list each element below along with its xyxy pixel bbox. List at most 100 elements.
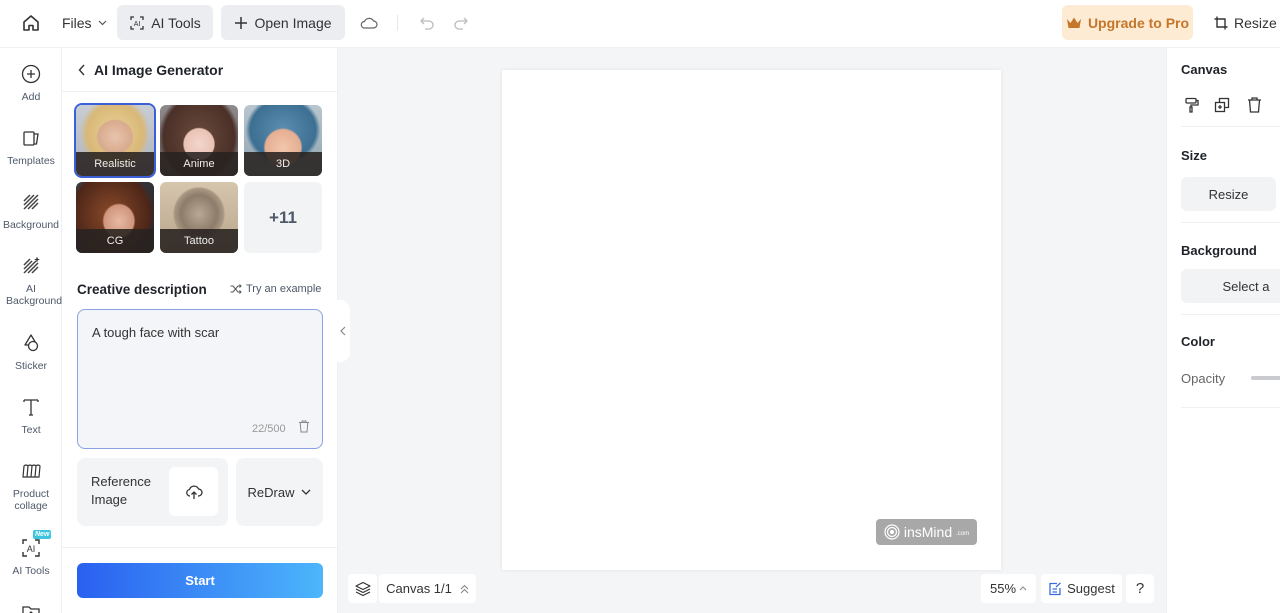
ai-background-icon (19, 254, 43, 278)
templates-icon (19, 126, 43, 150)
rail-item-add[interactable]: Add (0, 62, 62, 103)
canvas-pages-button[interactable]: Canvas 1/1 (379, 574, 476, 603)
resize-button[interactable]: Resize (1214, 12, 1277, 34)
files-menu-button[interactable]: Files (62, 12, 107, 34)
plus-circle-icon (19, 62, 43, 86)
rail-label: Text (21, 424, 41, 436)
style-label: Realistic (76, 152, 154, 176)
panel-title: AI Image Generator (94, 61, 224, 78)
watermark-suffix: .com (956, 531, 970, 537)
rail-item-background[interactable]: Background (0, 190, 62, 231)
chevron-down-icon (302, 489, 311, 495)
left-tool-rail: Add Templates Background AI Background S… (0, 48, 62, 613)
rail-item-text[interactable]: Text (0, 395, 62, 436)
resize-label: Resize (1234, 15, 1277, 31)
redo-icon (454, 17, 468, 30)
color-section-title: Color (1181, 334, 1215, 349)
upload-reference-button[interactable] (169, 467, 218, 516)
suggest-button[interactable]: Suggest (1041, 574, 1122, 603)
rail-item-templates[interactable]: Templates (0, 126, 62, 167)
home-icon (23, 15, 39, 31)
open-image-button[interactable]: Open Image (221, 5, 345, 40)
clear-description-button[interactable] (298, 420, 312, 434)
artboard[interactable]: insMind .com (502, 70, 1001, 570)
description-text[interactable]: A tough face with scar (92, 325, 219, 340)
home-button[interactable] (18, 10, 44, 36)
paint-roller-icon (1185, 97, 1199, 113)
ai-tools-label: AI Tools (151, 14, 201, 31)
rail-item-upload[interactable] (0, 600, 62, 613)
layers-icon (354, 581, 371, 596)
style-card-tattoo[interactable]: Tattoo (160, 182, 238, 253)
duplicate-icon (1214, 97, 1230, 113)
section-divider (1181, 314, 1280, 315)
ai-tools-icon: AI New (19, 530, 52, 560)
rail-item-ai-tools[interactable]: AI New AI Tools (0, 530, 62, 577)
opacity-slider[interactable] (1251, 376, 1280, 380)
trash-icon (1247, 97, 1261, 113)
section-divider (1181, 407, 1280, 408)
ai-tools-icon: AI (130, 15, 144, 30)
undo-button[interactable] (416, 12, 438, 34)
opacity-fill (1251, 376, 1280, 380)
upgrade-to-pro-button[interactable]: Upgrade to Pro (1062, 5, 1193, 40)
style-card-cg[interactable]: CG (76, 182, 154, 253)
cloud-save-button[interactable] (358, 12, 380, 34)
shuffle-icon (230, 284, 242, 294)
feedback-icon (1049, 581, 1062, 595)
style-card-3d[interactable]: 3D (244, 105, 322, 176)
start-button[interactable]: Start (77, 563, 323, 598)
layers-button[interactable] (348, 574, 377, 603)
rail-item-sticker[interactable]: Sticker (0, 331, 62, 372)
reference-image-label: Reference Image (91, 474, 151, 507)
watermark: insMind .com (876, 519, 977, 545)
cloud-upload-icon (185, 484, 203, 499)
app: Files AI AI Tools Open Image Upgrade to … (0, 0, 1280, 613)
text-icon (19, 395, 43, 419)
sticker-icon (19, 331, 43, 355)
reference-image-section: Reference Image (77, 458, 228, 526)
new-badge: New (33, 530, 52, 539)
back-button[interactable]: AI Image Generator (62, 48, 338, 92)
creative-description-label: Creative description (77, 282, 207, 297)
open-image-label: Open Image (254, 14, 332, 31)
style-card-realistic[interactable]: Realistic (74, 103, 156, 178)
rail-label: Product collage (12, 488, 50, 512)
rail-label: Add (21, 91, 41, 103)
collapse-panel-button[interactable] (336, 300, 350, 362)
format-painter-button[interactable] (1183, 96, 1201, 114)
insmind-logo-icon (884, 524, 900, 540)
watermark-text: insMind (903, 524, 953, 540)
help-button[interactable]: ? (1126, 574, 1154, 603)
style-label: Anime (160, 152, 238, 176)
rail-item-product-collage[interactable]: Product collage (0, 459, 62, 512)
rail-label: AI Tools (12, 565, 50, 577)
crop-icon (1214, 16, 1228, 30)
rail-label: Background (2, 219, 60, 231)
style-label: CG (76, 229, 154, 253)
cloud-icon (360, 17, 378, 29)
redo-button[interactable] (450, 12, 472, 34)
duplicate-canvas-button[interactable] (1213, 96, 1231, 114)
ai-tools-button[interactable]: AI AI Tools (117, 5, 213, 40)
canvas-stage: insMind .com Canvas 1/1 55% Suggest ? (338, 48, 1166, 613)
zoom-level-button[interactable]: 55% (981, 574, 1036, 603)
creative-description-input[interactable]: A tough face with scar 22/500 (77, 309, 323, 449)
upgrade-label: Upgrade to Pro (1087, 14, 1190, 31)
canvas-section-title: Canvas (1181, 62, 1228, 77)
resize-canvas-button[interactable]: Resize (1181, 177, 1276, 211)
try-example-button[interactable]: Try an example (230, 283, 321, 295)
chevron-left-icon (340, 326, 346, 336)
more-styles-button[interactable]: +11 (244, 182, 322, 253)
delete-canvas-button[interactable] (1245, 96, 1263, 114)
select-background-button[interactable]: Select a (1181, 269, 1280, 303)
style-label: Tattoo (160, 229, 238, 253)
section-divider (1181, 222, 1280, 223)
crown-icon (1066, 17, 1081, 28)
rail-item-ai-background[interactable]: AI Background (0, 254, 62, 307)
style-card-anime[interactable]: Anime (160, 105, 238, 176)
redraw-label: ReDraw (247, 484, 295, 500)
section-divider (1181, 126, 1280, 127)
svg-text:AI: AI (134, 21, 141, 28)
redraw-dropdown[interactable]: ReDraw (236, 458, 323, 526)
